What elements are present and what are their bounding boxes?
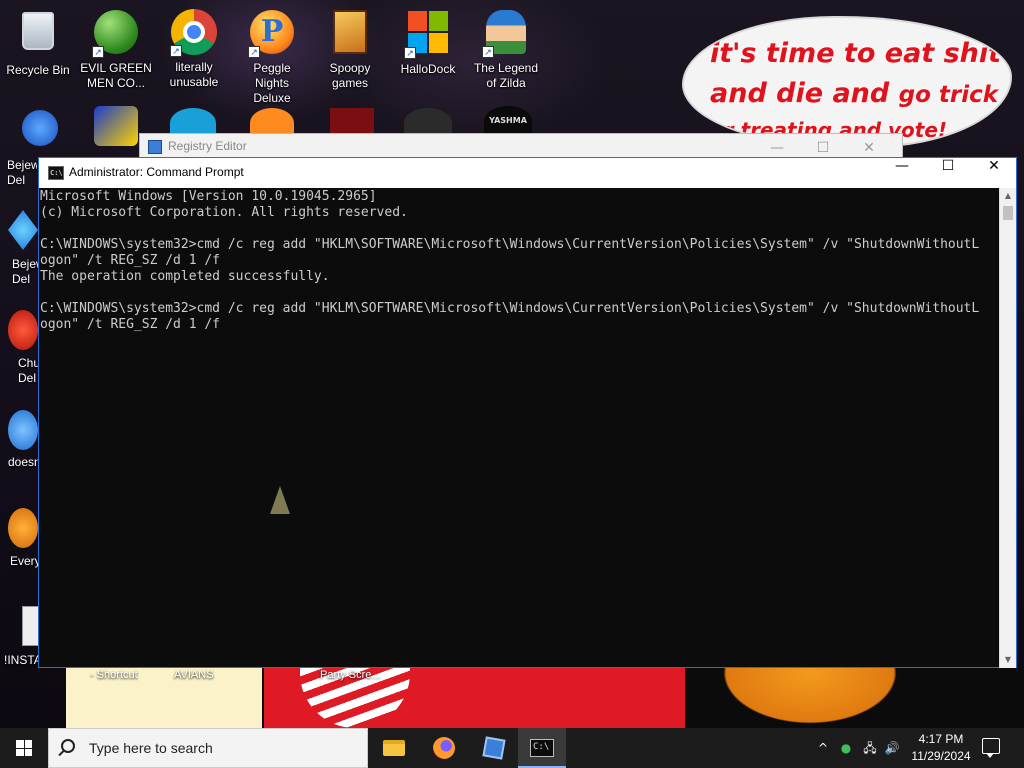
clock-time: 4:17 PM — [918, 732, 964, 746]
wallpaper-speech-bubble: it's time to eat shit and die and go tri… — [684, 18, 1010, 146]
desktop-icon-label: doesn — [8, 455, 38, 469]
bejeweled-icon[interactable] — [22, 110, 58, 146]
clock-date: 11/29/2024 — [911, 749, 971, 763]
desktop-icon-label: Spoopy games — [329, 61, 371, 90]
desktop-icon-label: Bejew Del — [12, 257, 38, 286]
desktop-icon-literally-unusable[interactable]: ↗ literally unusable — [158, 8, 230, 90]
app-icon[interactable] — [8, 410, 38, 450]
scrollbar-thumb[interactable] — [1003, 206, 1013, 220]
console-line: ogon" /t REG_SZ /d 1 /f — [40, 317, 221, 332]
maximize-button[interactable]: ☐ — [800, 137, 846, 159]
green-men-icon: ↗ — [92, 10, 140, 58]
mpl-icon[interactable] — [94, 106, 138, 146]
console-line: Microsoft Windows [Version 10.0.19045.29… — [40, 189, 377, 204]
people-icon[interactable]: ● — [838, 740, 854, 756]
desktop-icon-label: !INSTA — [4, 653, 38, 667]
desktop-icon-label: The Legend of Zilda — [473, 61, 539, 90]
shortcut-arrow-icon: ↗ — [482, 46, 494, 58]
taskbar-app-registry-editor[interactable] — [470, 728, 518, 768]
desktop-icon-recycle-bin[interactable]: Recycle Bin — [2, 8, 74, 78]
window-titlebar[interactable]: C:\ Administrator: Command Prompt — ☐ ✕ — [39, 158, 1016, 188]
maximize-button[interactable]: ☐ — [925, 158, 971, 188]
windows-logo-icon — [16, 740, 32, 756]
shortcut-arrow-icon: ↗ — [248, 46, 260, 58]
window-title: Administrator: Command Prompt — [69, 165, 244, 179]
shortcut-arrow-icon: ↗ — [92, 46, 104, 58]
desktop-icon-label: Bejew Del — [7, 158, 37, 187]
desktop-icon-label: Peggle Nights Deluxe — [253, 61, 291, 105]
app-icon[interactable] — [8, 508, 38, 548]
registry-icon — [482, 736, 506, 760]
volume-icon[interactable]: 🔊 — [884, 740, 900, 756]
search-placeholder: Type here to search — [89, 740, 213, 756]
shortcut-arrow-icon: ↗ — [170, 45, 182, 57]
desktop-icon-label: AVIANS — [174, 669, 214, 681]
taskbar-app-file-explorer[interactable] — [370, 728, 418, 768]
minimize-button[interactable]: — — [879, 158, 925, 188]
taskbar-app-firefox[interactable] — [420, 728, 468, 768]
registry-icon — [148, 140, 162, 154]
wallpaper-text: and die and — [710, 78, 899, 109]
desktop-icon-hallodock[interactable]: ↗ HalloDock — [392, 8, 464, 77]
console-output[interactable]: Microsoft Windows [Version 10.0.19045.29… — [39, 188, 1000, 668]
folder-icon — [326, 10, 374, 58]
shortcut-arrow-icon: ↗ — [404, 47, 416, 59]
folder-icon — [383, 740, 405, 756]
pumpkin-icon — [700, 668, 930, 728]
console-line: C:\WINDOWS\system32>cmd /c reg add "HKLM… — [40, 237, 980, 252]
yashma-icon[interactable]: YASHMA — [484, 106, 532, 136]
desktop-icon-legend-of-zilda[interactable]: ↗ The Legend of Zilda — [470, 8, 542, 91]
bejeweled-icon[interactable] — [8, 210, 38, 250]
wallpaper-text: go trick — [898, 82, 999, 108]
taskbar-search-box[interactable]: Type here to search — [48, 728, 368, 768]
command-prompt-window[interactable]: C:\ Administrator: Command Prompt — ☐ ✕ … — [38, 157, 1017, 668]
chrome-icon: ↗ — [170, 9, 218, 57]
desktop-icon-label: Chu Del — [18, 356, 38, 385]
scroll-up-arrow-icon[interactable]: ▲ — [1000, 188, 1016, 204]
firefox-icon — [433, 737, 455, 759]
desktop-icon-evil-green-men[interactable]: ↗ EVIL GREEN MEN CO... — [80, 8, 152, 91]
peggle-icon: P ↗ — [248, 10, 296, 58]
show-hidden-icons-chevron-icon[interactable]: ^ — [815, 740, 831, 756]
console-line: C:\WINDOWS\system32>cmd /c reg add "HKLM… — [40, 301, 980, 316]
start-button[interactable] — [0, 728, 48, 768]
console-line: The operation completed successfully. — [40, 269, 330, 284]
network-icon[interactable]: 🖧 — [862, 740, 878, 756]
recycle-bin-icon — [14, 12, 62, 60]
desktop-icon-label: Recycle Bin — [6, 63, 70, 77]
scroll-down-arrow-icon[interactable]: ▼ — [1000, 652, 1016, 668]
notification-center-icon[interactable] — [982, 738, 1000, 758]
desktop-icon-label: HalloDock — [400, 62, 456, 76]
cmd-icon: C:\ — [530, 739, 554, 757]
console-line: ogon" /t REG_SZ /d 1 /f — [40, 253, 221, 268]
console-line: (c) Microsoft Corporation. All rights re… — [40, 205, 408, 220]
desktop-icon-spoopy-games[interactable]: Spoopy games — [314, 8, 386, 91]
desktop-icon-label: Party Scre... — [320, 669, 381, 681]
desktop-icon-label: EVIL GREEN MEN CO... — [80, 61, 152, 90]
desktop-icon-label: - Shortcut — [90, 669, 138, 681]
vertical-scrollbar[interactable]: ▲ ▼ — [999, 188, 1016, 668]
windows-logo-icon: ↗ — [404, 11, 452, 59]
minimize-button[interactable]: — — [754, 137, 800, 159]
wallpaper-text: it's time to eat shit — [710, 38, 1002, 69]
chuzzle-icon[interactable] — [8, 310, 38, 350]
mouse-cursor-icon — [270, 486, 290, 514]
close-button[interactable]: ✕ — [971, 158, 1017, 188]
close-button[interactable]: ✕ — [846, 137, 892, 159]
window-title: Registry Editor — [168, 139, 247, 153]
desktop-icon-label: literally unusable — [169, 60, 219, 89]
taskbar-clock[interactable]: 4:17 PM 11/29/2024 — [905, 731, 977, 765]
desktop-icon-peggle[interactable]: P ↗ Peggle Nights Deluxe — [236, 8, 308, 106]
taskbar-app-command-prompt[interactable]: C:\ — [518, 728, 566, 768]
zelda-character-icon: ↗ — [482, 10, 530, 58]
taskbar: Type here to search C:\ ^ ● 🖧 🔊 4:17 PM … — [0, 728, 1024, 768]
cmd-icon: C:\ — [48, 166, 64, 180]
desktop-icon-label: Every — [10, 554, 38, 568]
search-icon — [61, 739, 75, 753]
